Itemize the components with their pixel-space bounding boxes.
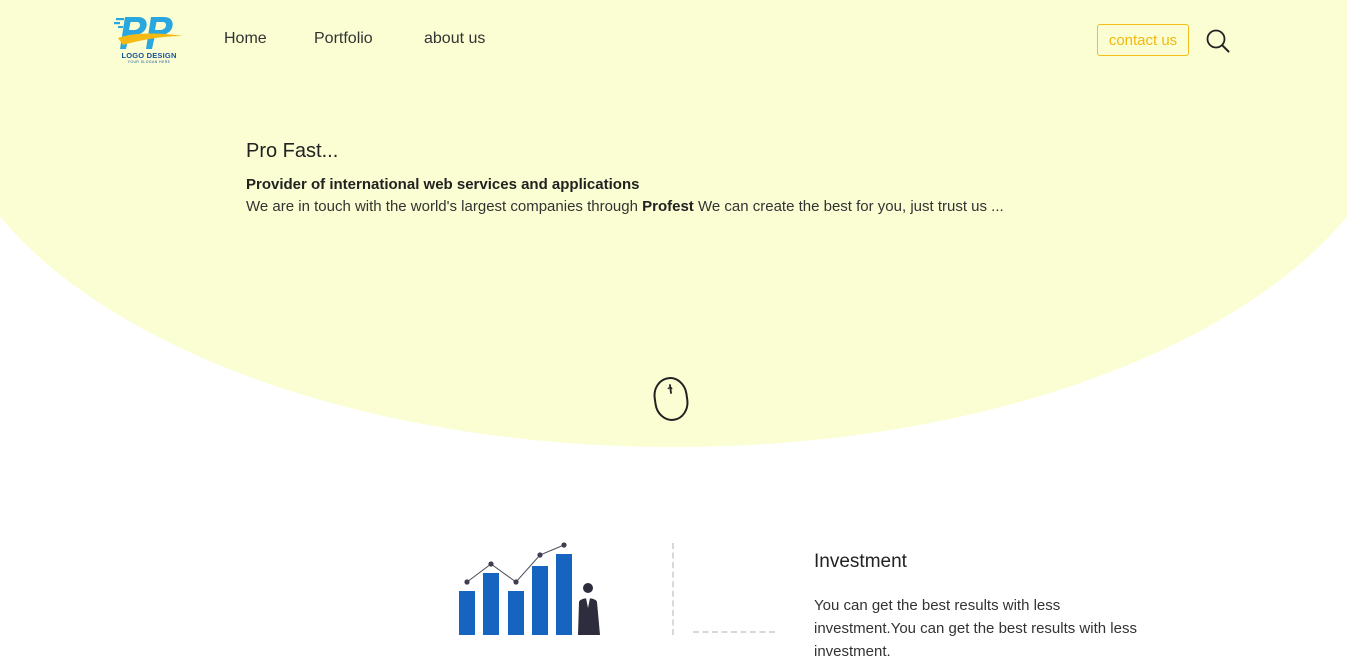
investment-text: You can get the best results with less i… bbox=[814, 597, 1137, 660]
hero-description: We are in touch with the world's largest… bbox=[246, 198, 1004, 215]
investment-chart-illustration bbox=[454, 536, 614, 640]
illustration-bar-4 bbox=[532, 566, 548, 635]
contact-us-button[interactable]: contact us bbox=[1097, 24, 1189, 56]
hero-desc-start: We are in touch with the world's largest… bbox=[246, 198, 643, 215]
mouse-scroll-icon[interactable] bbox=[653, 376, 689, 427]
logo[interactable]: LOGO DESIGN YOUR SLOGAN HERE bbox=[113, 14, 185, 66]
illustration-bar-5 bbox=[556, 554, 572, 635]
nav-home-link[interactable]: Home bbox=[224, 30, 267, 48]
person-head bbox=[583, 583, 593, 593]
hero-desc-brand: Profest bbox=[642, 198, 694, 215]
illustration-bar-3 bbox=[508, 591, 524, 635]
site-header: LOGO DESIGN YOUR SLOGAN HERE Home Portfo… bbox=[0, 0, 1347, 80]
divider-dashed-vertical bbox=[672, 543, 674, 635]
person-body bbox=[578, 598, 600, 635]
hero-section: Pro Fast... Provider of international we… bbox=[246, 140, 1004, 215]
illustration-bar-2 bbox=[483, 573, 499, 635]
hero-title: Pro Fast... bbox=[246, 140, 339, 162]
logo-text: LOGO DESIGN bbox=[121, 51, 177, 60]
nav-about-us-link[interactable]: about us bbox=[424, 30, 485, 48]
divider-dashed-horizontal bbox=[693, 631, 775, 633]
hero-subtitle: Provider of international web services a… bbox=[246, 176, 640, 193]
logo-slogan: YOUR SLOGAN HERE bbox=[127, 60, 171, 64]
investment-title: Investment bbox=[814, 551, 907, 572]
search-icon[interactable] bbox=[1205, 28, 1231, 59]
illustration-bar-1 bbox=[459, 591, 475, 635]
hero-desc-end: We can create the best for you, just tru… bbox=[693, 198, 1004, 215]
pp-logo-icon bbox=[114, 17, 183, 49]
nav-portfolio-link[interactable]: Portfolio bbox=[314, 30, 373, 48]
